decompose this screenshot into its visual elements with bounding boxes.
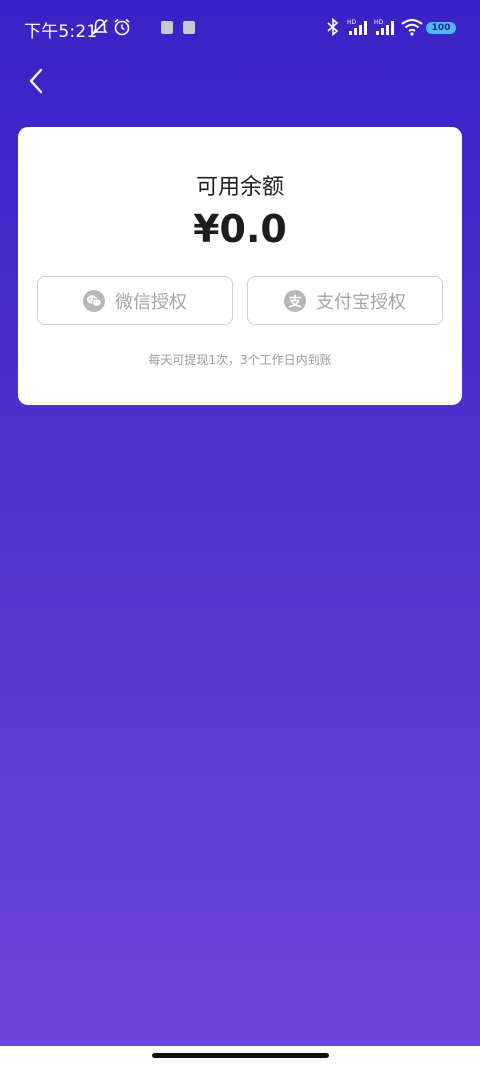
navigation-bar — [0, 1046, 480, 1066]
wifi-icon — [401, 19, 423, 36]
wechat-icon — [83, 289, 105, 312]
mute-bell-icon — [92, 19, 108, 35]
balance-amount: ¥0.0 — [193, 207, 287, 251]
app-notification-icon — [161, 21, 173, 34]
withdraw-note: 每天可提现1次，3个工作日内到账 — [148, 353, 332, 367]
alarm-icon — [114, 18, 130, 36]
alipay-auth-button[interactable]: 支 支付宝授权 — [247, 276, 443, 325]
chevron-left-icon — [29, 68, 43, 94]
status-time: 下午5:21 — [24, 22, 98, 42]
wechat-auth-label: 微信授权 — [115, 291, 187, 313]
screen: 下午5:21 HD HD 100 可用余额 ¥0.0 微信授权 支 支付宝授权 … — [0, 0, 480, 1046]
bluetooth-icon — [327, 18, 339, 36]
balance-card: 可用余额 ¥0.0 微信授权 支 支付宝授权 每天可提现1次，3个工作日内到账 — [18, 127, 462, 405]
alipay-auth-label: 支付宝授权 — [316, 291, 406, 313]
app-notification-icon — [183, 21, 195, 34]
svg-text:HD: HD — [347, 19, 357, 26]
alipay-icon: 支 — [284, 289, 306, 312]
back-button[interactable] — [20, 62, 52, 100]
status-bar: 下午5:21 HD HD 100 — [0, 0, 480, 56]
svg-text:HD: HD — [374, 19, 384, 26]
home-indicator[interactable] — [152, 1053, 329, 1058]
signal-hd-icon: HD — [347, 19, 367, 35]
signal-hd-icon: HD — [374, 19, 394, 35]
balance-label: 可用余额 — [195, 175, 284, 200]
battery-icon: 100 — [426, 22, 456, 34]
wechat-auth-button[interactable]: 微信授权 — [37, 276, 233, 325]
